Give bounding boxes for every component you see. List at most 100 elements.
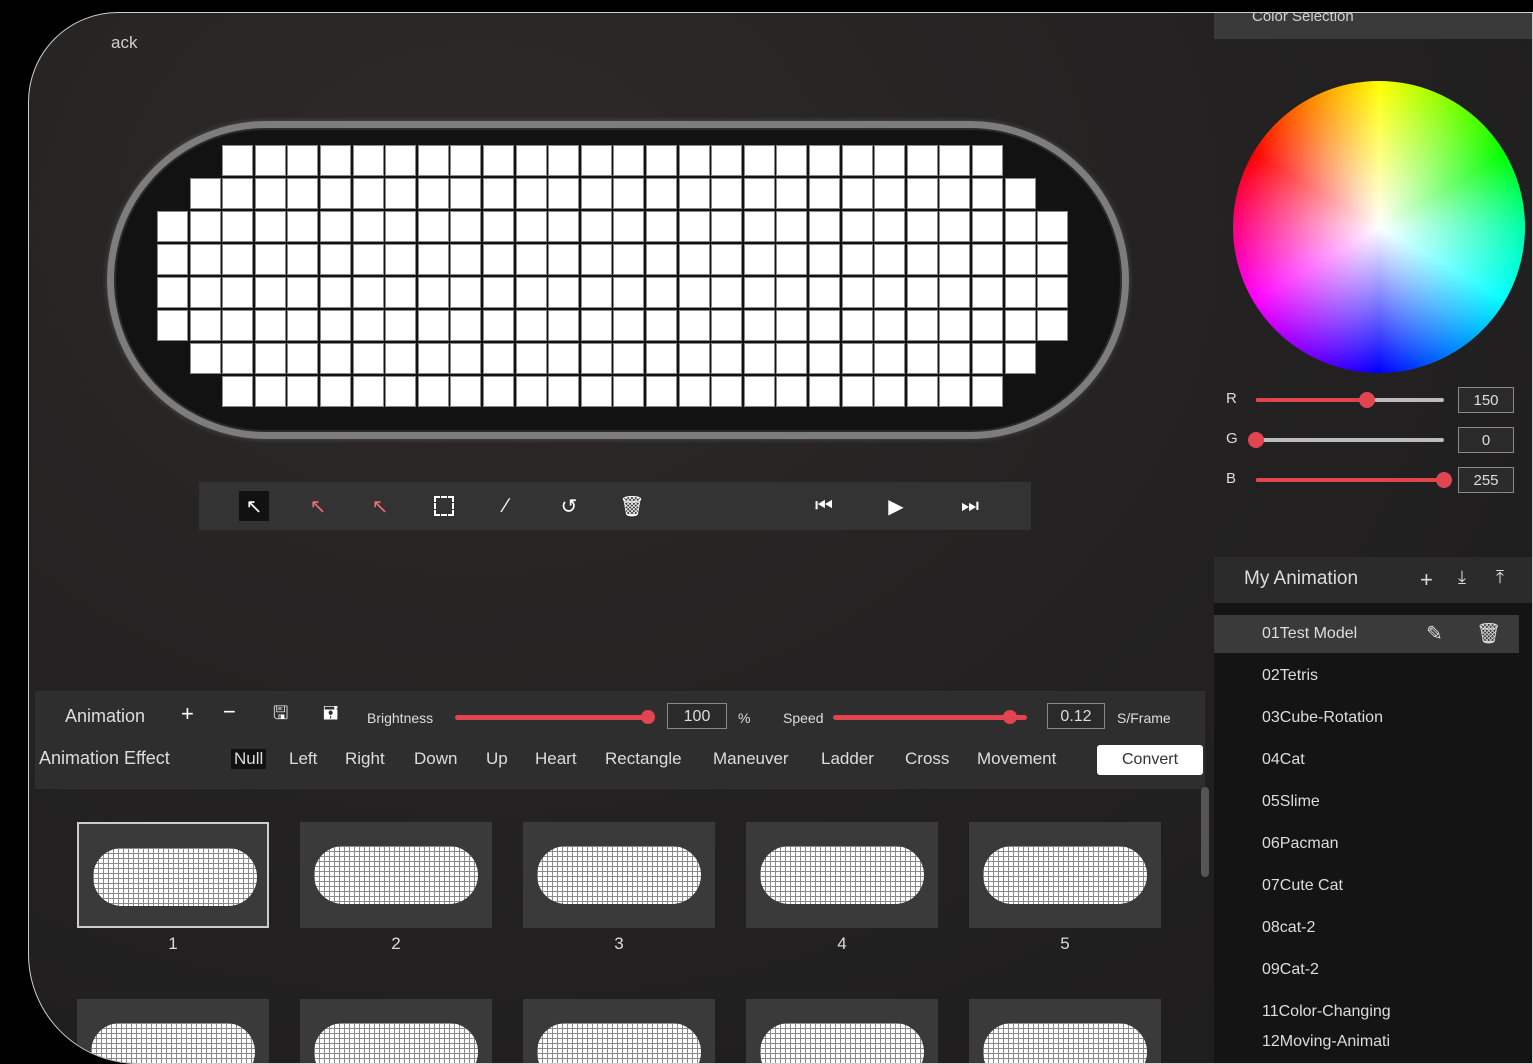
led-cell[interactable] (939, 343, 971, 374)
led-cell[interactable] (874, 145, 906, 176)
led-cell[interactable] (189, 244, 221, 275)
led-cell[interactable] (678, 376, 710, 407)
led-cell[interactable] (841, 244, 873, 275)
led-cell[interactable] (254, 277, 286, 308)
led-cell[interactable] (483, 178, 514, 209)
pointer-white-icon[interactable]: ↖ (239, 491, 269, 521)
led-cell[interactable] (580, 277, 612, 308)
frame-thumbnail[interactable] (77, 999, 269, 1063)
led-cell[interactable] (874, 310, 906, 341)
led-cell[interactable] (254, 343, 286, 374)
animation-list-item[interactable]: 12Moving-Animati (1214, 1023, 1519, 1061)
effect-option[interactable]: Up (486, 749, 508, 769)
led-cell[interactable] (189, 277, 221, 308)
led-cell[interactable] (385, 310, 417, 341)
led-cell[interactable] (776, 277, 808, 308)
led-cell[interactable] (548, 211, 580, 242)
convert-button[interactable]: Convert (1097, 745, 1203, 775)
led-cell[interactable] (678, 244, 710, 275)
brightness-knob[interactable] (641, 710, 655, 724)
led-cell[interactable] (352, 343, 384, 374)
led-cell[interactable] (743, 343, 775, 374)
led-cell[interactable] (613, 277, 645, 308)
led-cell[interactable] (1004, 277, 1036, 308)
led-cell[interactable] (287, 310, 319, 341)
led-cell[interactable] (222, 145, 254, 176)
led-cell[interactable] (320, 277, 351, 308)
animation-list-item[interactable]: 02Tetris (1214, 657, 1519, 695)
blue-track[interactable] (1256, 472, 1452, 488)
led-cell[interactable] (743, 145, 775, 176)
pointer-red-outline-icon[interactable]: ↖ (365, 491, 395, 521)
led-cell[interactable] (776, 145, 808, 176)
led-cell[interactable] (222, 244, 254, 275)
led-cell[interactable] (613, 376, 645, 407)
led-cell[interactable] (906, 244, 938, 275)
led-cell[interactable] (743, 244, 775, 275)
led-cell[interactable] (515, 376, 547, 407)
skip-back-icon[interactable]: ⏮ (809, 491, 839, 521)
led-cell[interactable] (809, 145, 840, 176)
led-cell[interactable] (222, 277, 254, 308)
effect-option[interactable]: Maneuver (713, 749, 789, 769)
frames-scrollbar[interactable] (1201, 787, 1209, 877)
led-cell[interactable] (320, 211, 351, 242)
animation-list-item[interactable]: 01Test Model ✎ 🗑 (1214, 615, 1519, 653)
led-cell[interactable] (841, 178, 873, 209)
led-cell[interactable] (809, 310, 840, 341)
led-cell[interactable] (320, 244, 351, 275)
green-value-input[interactable]: 0 (1458, 427, 1514, 453)
led-cell[interactable] (874, 277, 906, 308)
led-cell[interactable] (450, 211, 482, 242)
led-cell[interactable] (939, 145, 971, 176)
led-cell[interactable] (483, 277, 514, 308)
led-cell[interactable] (450, 244, 482, 275)
led-cell[interactable] (613, 310, 645, 341)
led-cell[interactable] (450, 145, 482, 176)
led-cell[interactable] (874, 211, 906, 242)
led-cell[interactable] (711, 244, 743, 275)
led-cell[interactable] (385, 343, 417, 374)
animation-list-item[interactable]: 04Cat (1214, 741, 1519, 779)
led-cell[interactable] (287, 145, 319, 176)
led-cell[interactable] (678, 343, 710, 374)
skip-forward-icon[interactable]: ⏭ (955, 491, 985, 521)
led-cell[interactable] (515, 244, 547, 275)
delete-icon[interactable]: 🗑 (1476, 615, 1501, 653)
led-cell[interactable] (320, 310, 351, 341)
led-cell[interactable] (222, 211, 254, 242)
led-cell[interactable] (548, 244, 580, 275)
led-cell[interactable] (417, 277, 449, 308)
led-cell[interactable] (841, 211, 873, 242)
led-cell[interactable] (287, 211, 319, 242)
frame-thumbnail[interactable] (523, 822, 715, 928)
led-cell[interactable] (157, 277, 188, 308)
led-cell[interactable] (613, 211, 645, 242)
led-cell[interactable] (222, 376, 254, 407)
blue-value-input[interactable]: 255 (1458, 467, 1514, 493)
slider-green[interactable]: G 0 (1226, 427, 1526, 453)
led-cell[interactable] (189, 211, 221, 242)
led-cell[interactable] (157, 310, 188, 341)
effect-option[interactable]: Null (231, 749, 267, 769)
led-cell[interactable] (1004, 310, 1036, 341)
red-track[interactable] (1256, 392, 1444, 408)
led-cell[interactable] (450, 310, 482, 341)
led-cell[interactable] (743, 178, 775, 209)
led-cell[interactable] (972, 343, 1003, 374)
led-cell[interactable] (385, 211, 417, 242)
led-cell[interactable] (678, 178, 710, 209)
brightness-input[interactable]: 100 (667, 703, 727, 729)
led-cell[interactable] (483, 145, 514, 176)
led-cell[interactable] (776, 178, 808, 209)
frame-thumbnail[interactable] (300, 822, 492, 928)
animation-list-item[interactable]: 08cat-2 (1214, 909, 1519, 947)
led-cell[interactable] (613, 343, 645, 374)
led-cell[interactable] (646, 145, 677, 176)
led-cell[interactable] (320, 376, 351, 407)
slider-blue[interactable]: B 255 (1226, 467, 1526, 493)
led-cell[interactable] (646, 277, 677, 308)
led-cell[interactable] (254, 244, 286, 275)
frame-thumbnail[interactable] (523, 999, 715, 1063)
led-cell[interactable] (1004, 178, 1036, 209)
